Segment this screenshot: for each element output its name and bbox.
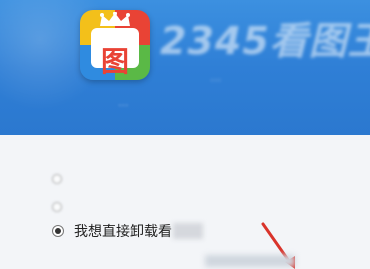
radio-button-selected[interactable] (52, 225, 64, 237)
blurred-text (173, 223, 203, 239)
logo-plate: 图 (91, 28, 139, 76)
uninstall-option-1[interactable] (52, 174, 72, 184)
logo-text: 图 (100, 45, 129, 78)
blurred-footer (205, 255, 295, 267)
header-banner: 图 2345看图王 ... ... (0, 0, 370, 135)
brand-title: 2345看图王 (160, 19, 370, 63)
crown-icon (100, 12, 130, 26)
radio-button[interactable] (52, 174, 62, 184)
option-label: 我想直接卸载看 (74, 224, 172, 240)
header-description: ... (118, 96, 129, 109)
header-subtitle: ... (210, 70, 222, 84)
uninstall-option-2[interactable] (52, 202, 72, 212)
uninstall-option-direct[interactable]: 我想直接卸载看 (52, 221, 203, 241)
radio-button[interactable] (52, 202, 62, 212)
app-logo-icon: 图 (80, 10, 150, 80)
